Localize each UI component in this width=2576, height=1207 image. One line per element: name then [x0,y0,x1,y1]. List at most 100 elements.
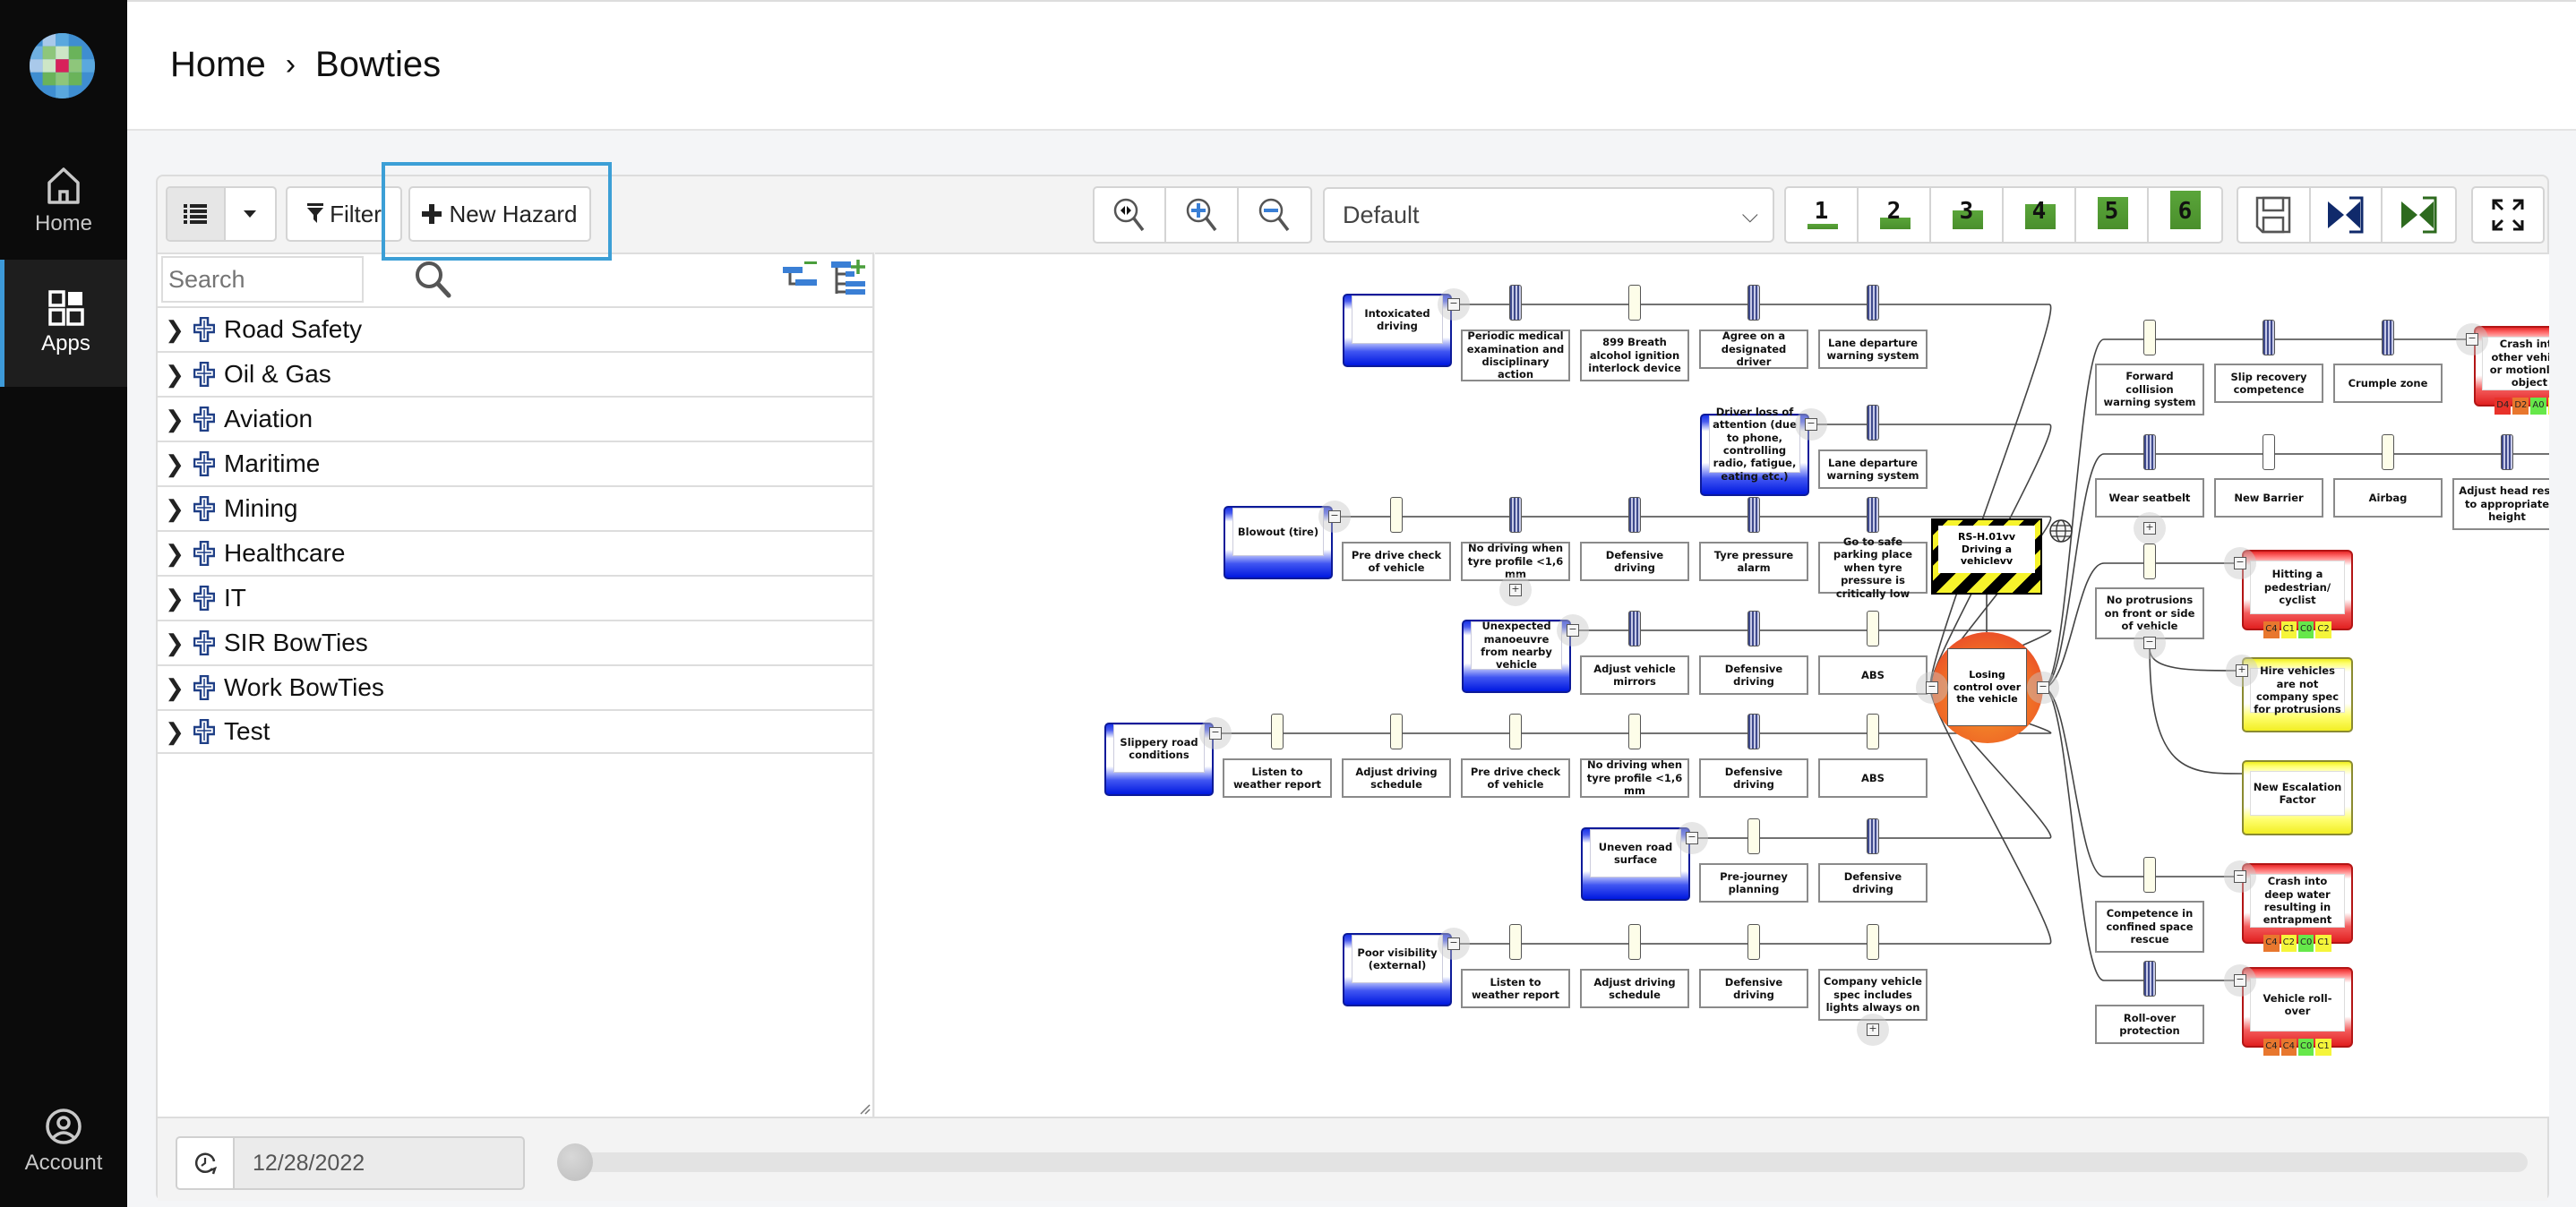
barrier-node[interactable]: Listen to weather report [1223,758,1332,798]
expand-icon[interactable]: + [2143,522,2156,535]
collapse-icon[interactable]: − [2234,870,2246,883]
chevron-right-icon[interactable]: ❯ [159,540,190,568]
bowtie-green-button[interactable] [2383,188,2455,242]
threat-node[interactable]: Slippery road conditions [1104,723,1214,796]
level-2-button[interactable]: 2 [1859,188,1931,242]
globe-icon[interactable] [2048,518,2074,544]
barrier-node[interactable]: Listen to weather report [1461,969,1570,1008]
barrier-node[interactable]: ABS [1818,758,1928,798]
zoom-in-button[interactable] [1166,188,1239,242]
collapse-icon[interactable]: − [1447,937,1460,950]
barrier-node[interactable]: Lane departure warning system [1818,330,1928,369]
barrier-node[interactable]: Pre drive check of vehicle [1461,758,1570,798]
zoom-out-button[interactable] [1239,188,1310,242]
barrier-node[interactable]: Adjust vehicle mirrors [1580,655,1689,695]
level-5-button[interactable]: 5 [2076,188,2149,242]
timeline-slider-handle[interactable] [557,1143,593,1181]
level-4-button[interactable]: 4 [2004,188,2076,242]
barrier-node[interactable]: Forward collision warning system [2095,364,2204,415]
hazard-node[interactable]: RS-H.01vv Driving a vehiclevv [1931,518,2042,595]
chevron-right-icon[interactable]: ❯ [159,361,190,389]
search-icon[interactable] [414,260,453,304]
zoom-fit-button[interactable] [1095,188,1167,242]
threat-node[interactable]: Poor visibility (external) [1343,933,1452,1006]
barrier-node[interactable]: New Barrier [2214,478,2323,518]
expand-all-icon[interactable] [829,260,867,300]
barrier-node[interactable]: ABS [1818,655,1928,695]
threat-node[interactable]: Driver loss of attention (due to phone, … [1700,406,1809,496]
expand-icon[interactable]: + [1867,1023,1879,1036]
barrier-node[interactable]: Adjust driving schedule [1580,969,1689,1008]
history-button[interactable] [177,1138,235,1188]
collapse-all-icon[interactable] [781,260,817,300]
barrier-node[interactable]: Pre-journey planning [1699,863,1808,903]
threat-node[interactable]: Intoxicated driving [1343,294,1452,367]
date-value[interactable]: 12/28/2022 [235,1138,365,1188]
chevron-right-icon[interactable]: ❯ [159,585,190,612]
save-button[interactable] [2238,188,2311,242]
collapse-icon[interactable]: − [1567,624,1579,637]
barrier-node[interactable]: Crumple zone [2333,364,2443,403]
collapse-icon[interactable]: − [1447,298,1460,311]
tree-item[interactable]: ❯ Oil & Gas [158,351,874,396]
collapse-icon[interactable]: − [1328,510,1341,523]
collapse-icon[interactable]: − [2234,974,2246,987]
barrier-node[interactable]: Agree on a designated driver [1699,330,1808,369]
chevron-right-icon[interactable]: ❯ [159,629,190,657]
app-logo[interactable] [30,33,95,98]
barrier-node[interactable]: Adjust head rest to appropriate height [2452,478,2549,530]
barrier-node[interactable]: Defensive driving [1699,758,1808,798]
barrier-node[interactable]: Pre drive check of vehicle [1342,542,1451,581]
tree-search-input[interactable] [161,256,364,303]
barrier-node[interactable]: Slip recovery competence [2214,364,2323,403]
chevron-right-icon[interactable]: ❯ [159,674,190,702]
consequence-node[interactable]: Hitting a pedestrian/ cyclist C4 C1 C0 C2 [2242,550,2353,638]
collapse-icon[interactable]: − [2466,333,2478,346]
tree-item[interactable]: ❯ Road Safety [158,306,874,351]
tree-item[interactable]: ❯ IT [158,575,874,620]
nav-home[interactable]: Home [0,157,127,246]
fullscreen-button[interactable] [2471,186,2545,244]
view-dropdown-button[interactable] [226,188,275,240]
nav-apps[interactable]: Apps [0,260,127,387]
collapse-icon[interactable]: − [1926,681,1938,694]
barrier-node[interactable]: Competence in confined space rescue [2095,901,2204,953]
collapse-icon[interactable]: − [1686,832,1698,844]
barrier-node[interactable]: Defensive driving [1699,969,1808,1008]
resize-handle-icon[interactable] [856,1100,871,1115]
collapse-icon[interactable]: − [2037,681,2049,694]
barrier-node[interactable]: Go to safe parking place when tyre press… [1818,535,1928,600]
tree-item[interactable]: ❯ SIR BowTies [158,620,874,664]
collapse-icon[interactable]: − [1805,418,1817,431]
collapse-icon[interactable]: − [2234,557,2246,569]
level-1-button[interactable]: 1 [1786,188,1859,242]
collapse-icon[interactable]: − [2143,637,2156,649]
barrier-node[interactable]: Tyre pressure alarm [1699,542,1808,581]
tree-item[interactable]: ❯ Mining [158,485,874,530]
tree-item[interactable]: ❯ Work BowTies [158,664,874,709]
threat-node[interactable]: Unexpected manoeuvre from nearby vehicle [1462,620,1571,693]
chevron-right-icon[interactable]: ❯ [159,495,190,523]
tree-item[interactable]: ❯ Aviation [158,396,874,441]
barrier-node[interactable]: Defensive driving [1818,863,1928,903]
breadcrumb-home[interactable]: Home [170,45,266,85]
barrier-node[interactable]: No driving when tyre profile <1,6 mm [1580,758,1689,798]
level-3-button[interactable]: 3 [1931,188,2004,242]
barrier-node[interactable]: Defensive driving [1699,655,1808,695]
threat-node[interactable]: Uneven road surface [1581,827,1690,901]
barrier-node[interactable]: Airbag [2333,478,2443,518]
chevron-right-icon[interactable]: ❯ [159,316,190,344]
layout-select[interactable]: Default ⌵ [1323,187,1774,243]
expand-icon[interactable]: + [1509,584,1522,596]
expand-icon[interactable]: + [2236,664,2248,677]
bowtie-diagram[interactable]: RS-H.01vv Driving a vehiclevv Losing con… [875,253,2549,1117]
tree-item[interactable]: ❯ Maritime [158,441,874,485]
timeline-slider[interactable] [557,1152,2528,1172]
tree-item[interactable]: ❯ Test [158,709,874,754]
barrier-node[interactable]: 899 Breath alcohol ignition interlock de… [1580,330,1689,381]
consequence-node[interactable]: Crash into deep water resulting in entra… [2242,863,2353,952]
tree-item[interactable]: ❯ Healthcare [158,530,874,575]
consequence-node[interactable]: Vehicle roll-over C4 C4 C0 C1 [2242,967,2353,1056]
barrier-node[interactable]: Adjust driving schedule [1342,758,1451,798]
chevron-right-icon[interactable]: ❯ [159,450,190,478]
